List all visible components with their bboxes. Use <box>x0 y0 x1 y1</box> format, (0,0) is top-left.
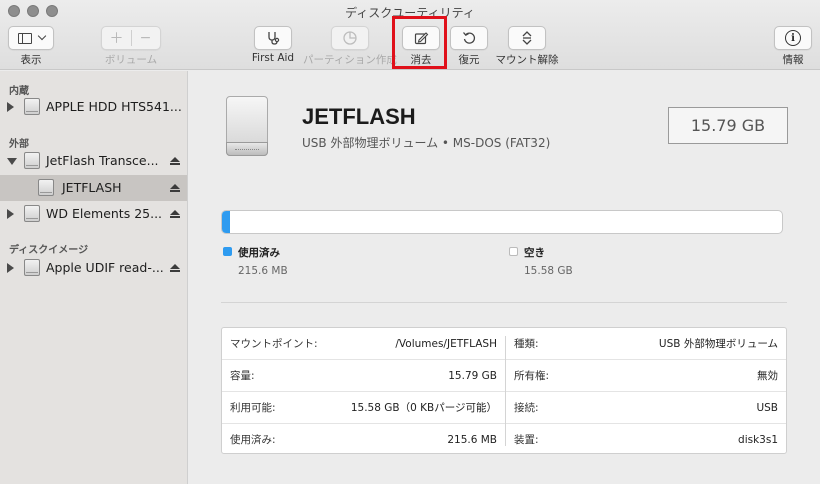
info-key: 種類: <box>514 338 539 350</box>
divider <box>221 302 787 303</box>
used-legend-value: 215.6 MB <box>238 265 288 277</box>
info-value: 無効 <box>757 370 778 382</box>
info-column-right: 種類: USB 外部物理ボリューム 所有権: 無効 接続: USB 装置: di… <box>506 328 786 453</box>
info-key: マウントポイント: <box>230 338 318 350</box>
free-legend-value: 15.58 GB <box>524 265 573 277</box>
info-key: 使用済み: <box>230 434 276 446</box>
sidebar-item-apple-udif[interactable]: Apple UDIF read-... <box>0 255 187 281</box>
free-legend-title: 空き <box>524 247 545 259</box>
view-label: 表示 <box>20 54 42 66</box>
info-label: 情報 <box>782 54 804 66</box>
section-disk-images: ディスクイメージ <box>9 245 89 256</box>
disclosure-triangle-icon[interactable] <box>7 263 14 273</box>
sidebar-item-jetflash-volume[interactable]: JETFLASH <box>0 175 187 201</box>
volume-name: JETFLASH <box>302 104 416 129</box>
info-row: 種類: USB 外部物理ボリューム <box>506 328 786 359</box>
info-row: 接続: USB <box>506 392 786 423</box>
external-disk-icon <box>24 152 40 169</box>
view-button[interactable] <box>8 26 54 50</box>
info-row: 容量: 15.79 GB <box>222 360 505 391</box>
external-disk-icon <box>24 205 40 222</box>
info-table: マウントポイント: /Volumes/JETFLASH 容量: 15.79 GB… <box>221 327 787 454</box>
free-legend-swatch <box>509 247 518 256</box>
stethoscope-icon <box>268 32 280 45</box>
info-value: disk3s1 <box>738 433 778 446</box>
info-key: 利用可能: <box>230 402 276 414</box>
unmount-label: マウント解除 <box>495 54 559 66</box>
partition-button[interactable] <box>331 26 369 50</box>
sidebar-item-label: APPLE HDD HTS541... <box>46 99 182 114</box>
info-key: 装置: <box>514 434 539 446</box>
pie-partition-icon <box>343 31 357 45</box>
unmount-button[interactable] <box>508 26 546 50</box>
info-row: 装置: disk3s1 <box>506 424 786 455</box>
info-icon: i <box>785 30 801 46</box>
sidebar: 内蔵 APPLE HDD HTS541... 外部 JetFlash Trans… <box>0 71 188 484</box>
partition-label: パーティション作成 <box>303 54 397 66</box>
disclosure-triangle-icon[interactable] <box>7 102 14 112</box>
first-aid-label: First Aid <box>251 52 295 64</box>
disclosure-triangle-icon[interactable] <box>7 209 14 219</box>
info-key: 接続: <box>514 402 539 414</box>
sidebar-item-jetflash-disk[interactable]: JetFlash Transce... <box>0 148 187 174</box>
usage-bar <box>221 210 783 234</box>
volume-label: ボリューム <box>104 54 158 66</box>
volume-disk-icon <box>38 179 54 196</box>
toolbar: ディスクユーティリティ 表示 ＋ − ボリューム First Aid パーティシ… <box>0 0 820 70</box>
info-key: 所有権: <box>514 370 550 382</box>
first-aid-button[interactable] <box>254 26 292 50</box>
usage-bar-used-fill <box>222 211 230 233</box>
volume-description: USB 外部物理ボリューム • MS-DOS (FAT32) <box>302 136 551 150</box>
sidebar-item-apple-hdd[interactable]: APPLE HDD HTS541... <box>0 94 187 120</box>
info-row: マウントポイント: /Volumes/JETFLASH <box>222 328 505 359</box>
info-value: USB 外部物理ボリューム <box>658 338 778 350</box>
info-row: 所有権: 無効 <box>506 360 786 391</box>
info-value: 15.58 GB（0 KBパージ可能） <box>350 402 497 414</box>
internal-disk-icon <box>24 98 40 115</box>
used-legend-swatch <box>223 247 232 256</box>
info-button[interactable]: i <box>774 26 812 50</box>
restore-label: 復元 <box>458 54 480 66</box>
volume-segmented-control[interactable]: ＋ − <box>101 26 161 50</box>
capacity-box: 15.79 GB <box>668 107 788 144</box>
eject-icon[interactable] <box>170 264 180 274</box>
restore-button[interactable] <box>450 26 488 50</box>
eject-icon[interactable] <box>170 157 180 167</box>
disk-image-icon <box>24 259 40 276</box>
info-value: 215.6 MB <box>447 433 497 446</box>
restore-arrow-icon <box>463 32 476 44</box>
info-column-left: マウントポイント: /Volumes/JETFLASH 容量: 15.79 GB… <box>222 328 505 453</box>
erase-highlight-box <box>392 16 447 69</box>
info-row: 使用済み: 215.6 MB <box>222 424 505 455</box>
drive-icon <box>226 96 268 156</box>
remove-volume-button[interactable]: − <box>131 30 160 46</box>
info-key: 容量: <box>230 370 255 382</box>
sidebar-item-label: Apple UDIF read-... <box>46 260 164 275</box>
unmount-icon <box>522 31 532 45</box>
info-value: USB <box>756 401 778 414</box>
volume-detail-pane: JETFLASH USB 外部物理ボリューム • MS-DOS (FAT32) … <box>188 71 820 484</box>
sidebar-item-label: JETFLASH <box>62 180 122 195</box>
info-row: 利用可能: 15.58 GB（0 KBパージ可能） <box>222 392 505 423</box>
eject-icon[interactable] <box>170 184 180 194</box>
add-volume-button[interactable]: ＋ <box>102 28 131 48</box>
info-value: 15.79 GB <box>448 369 497 382</box>
disclosure-triangle-icon[interactable] <box>7 158 17 165</box>
sidebar-item-wd-elements[interactable]: WD Elements 25... <box>0 201 187 227</box>
sidebar-icon <box>17 32 32 44</box>
info-value: /Volumes/JETFLASH <box>395 337 497 350</box>
disk-utility-window: ディスクユーティリティ 表示 ＋ − ボリューム First Aid パーティシ… <box>0 0 820 484</box>
sidebar-item-label: WD Elements 25... <box>46 206 163 221</box>
eject-icon[interactable] <box>170 210 180 220</box>
used-legend-title: 使用済み <box>238 247 280 259</box>
chevron-down-icon <box>37 31 46 41</box>
segment-divider <box>131 30 132 46</box>
sidebar-item-label: JetFlash Transce... <box>46 153 159 168</box>
